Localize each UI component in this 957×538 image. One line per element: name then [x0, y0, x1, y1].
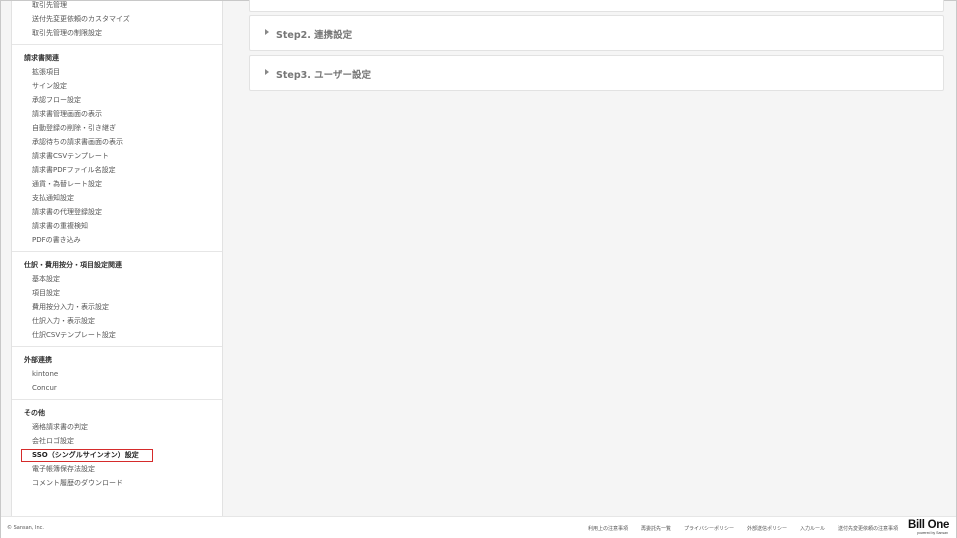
sidebar-item-basic-settings[interactable]: 基本設定 [12, 272, 222, 286]
page-footer: © Sansan, Inc. 利用上の注意事項 再委託先一覧 プライバシーポリシ… [1, 516, 956, 538]
footer-link-terms[interactable]: 利用上の注意事項 [588, 525, 628, 532]
sidebar-section-journal: 仕訳・費用按分・項目設定関連 基本設定 項目設定 費用按分入力・表示設定 仕訳入… [12, 252, 222, 347]
chevron-right-icon [265, 69, 269, 75]
step2-label: Step2. 連携設定 [276, 30, 353, 41]
sidebar-item-extended-fields[interactable]: 拡張項目 [12, 65, 222, 79]
sidebar-section-title: その他 [24, 409, 45, 417]
footer-links: 利用上の注意事項 再委託先一覧 プライバシーポリシー 外部送信ポリシー 入力ルー… [588, 525, 898, 532]
sidebar-section-other: その他 適格請求書の判定 会社ロゴ設定 SSO（シングルサインオン）設定 電子帳… [12, 400, 222, 494]
copyright-text: © Sansan, Inc. [7, 525, 44, 531]
step2-accordion[interactable]: Step2. 連携設定 [249, 15, 944, 51]
sidebar-item-kintone[interactable]: kintone [12, 367, 222, 381]
sidebar-item-journal-csv-template[interactable]: 仕訳CSVテンプレート設定 [12, 328, 222, 342]
settings-sidebar: 取引先管理 送付先変更依頼のカスタマイズ 取引先管理の制限設定 請求書関連 拡張… [11, 1, 223, 516]
logo-main-text: Bill One [908, 519, 950, 531]
sidebar-item-invoice-csv-template[interactable]: 請求書CSVテンプレート [12, 149, 222, 163]
sidebar-item-pdf-writing[interactable]: PDFの書き込み [12, 233, 222, 247]
logo-sub-text: powered by Sansan [917, 531, 948, 535]
footer-link-subcontractors[interactable]: 再委託先一覧 [641, 525, 671, 532]
sidebar-section-integrations: 外部連携 kintone Concur [12, 347, 222, 400]
sidebar-item-signature[interactable]: サイン設定 [12, 79, 222, 93]
sidebar-item-comment-history-download[interactable]: コメント履歴のダウンロード [12, 476, 222, 490]
bill-one-logo: Bill One powered by Sansan [908, 519, 950, 538]
footer-link-destination-change-notes[interactable]: 送付先変更依頼の注意事項 [838, 525, 898, 532]
sidebar-item-duplicate-detection[interactable]: 請求書の重複検知 [12, 219, 222, 233]
chevron-right-icon [265, 29, 269, 35]
sidebar-item-e-book-law[interactable]: 電子帳簿保存法設定 [12, 462, 222, 476]
sidebar-item-partner-management[interactable]: 取引先管理 [12, 1, 222, 12]
sidebar-item-partner-restriction[interactable]: 取引先管理の制限設定 [12, 26, 222, 40]
step3-accordion[interactable]: Step3. ユーザー設定 [249, 55, 944, 91]
footer-link-external-transmission[interactable]: 外部送信ポリシー [747, 525, 787, 532]
sidebar-item-payment-notice[interactable]: 支払通知設定 [12, 191, 222, 205]
sidebar-item-concur[interactable]: Concur [12, 381, 222, 395]
step3-label: Step3. ユーザー設定 [276, 70, 371, 81]
step-panel-previous [249, 0, 944, 12]
sidebar-section-title: 外部連携 [24, 356, 52, 364]
footer-link-input-rules[interactable]: 入力ルール [800, 525, 825, 532]
sidebar-section-partners: 取引先管理 送付先変更依頼のカスタマイズ 取引先管理の制限設定 [12, 1, 222, 45]
sidebar-item-journal-input[interactable]: 仕訳入力・表示設定 [12, 314, 222, 328]
sidebar-section-title: 請求書関連 [24, 54, 59, 62]
sidebar-item-invoice-list-display[interactable]: 請求書管理画面の表示 [12, 107, 222, 121]
sidebar-item-sso-settings[interactable]: SSO（シングルサインオン）設定 [21, 449, 153, 462]
sidebar-item-field-settings[interactable]: 項目設定 [12, 286, 222, 300]
sidebar-item-invoice-pdf-filename[interactable]: 請求書PDFファイル名設定 [12, 163, 222, 177]
sidebar-section-invoice: 請求書関連 拡張項目 サイン設定 承認フロー設定 請求書管理画面の表示 自動登録… [12, 45, 222, 252]
sidebar-item-proxy-registration[interactable]: 請求書の代理登録設定 [12, 205, 222, 219]
sidebar-item-currency-rate[interactable]: 通貨・為替レート設定 [12, 177, 222, 191]
sidebar-item-destination-change-customize[interactable]: 送付先変更依頼のカスタマイズ [12, 12, 222, 26]
sidebar-item-auto-registration[interactable]: 自動登録の削除・引き継ぎ [12, 121, 222, 135]
sidebar-item-approval-flow[interactable]: 承認フロー設定 [12, 93, 222, 107]
footer-link-privacy[interactable]: プライバシーポリシー [684, 525, 734, 532]
sidebar-section-title: 仕訳・費用按分・項目設定関連 [24, 261, 122, 269]
sidebar-item-company-logo[interactable]: 会社ロゴ設定 [12, 434, 222, 448]
sidebar-item-pending-approval-display[interactable]: 承認待ちの請求書画面の表示 [12, 135, 222, 149]
app-window: 取引先管理 送付先変更依頼のカスタマイズ 取引先管理の制限設定 請求書関連 拡張… [0, 0, 957, 538]
sidebar-item-cost-allocation[interactable]: 費用按分入力・表示設定 [12, 300, 222, 314]
sidebar-item-qualified-invoice[interactable]: 適格請求書の判定 [12, 420, 222, 434]
